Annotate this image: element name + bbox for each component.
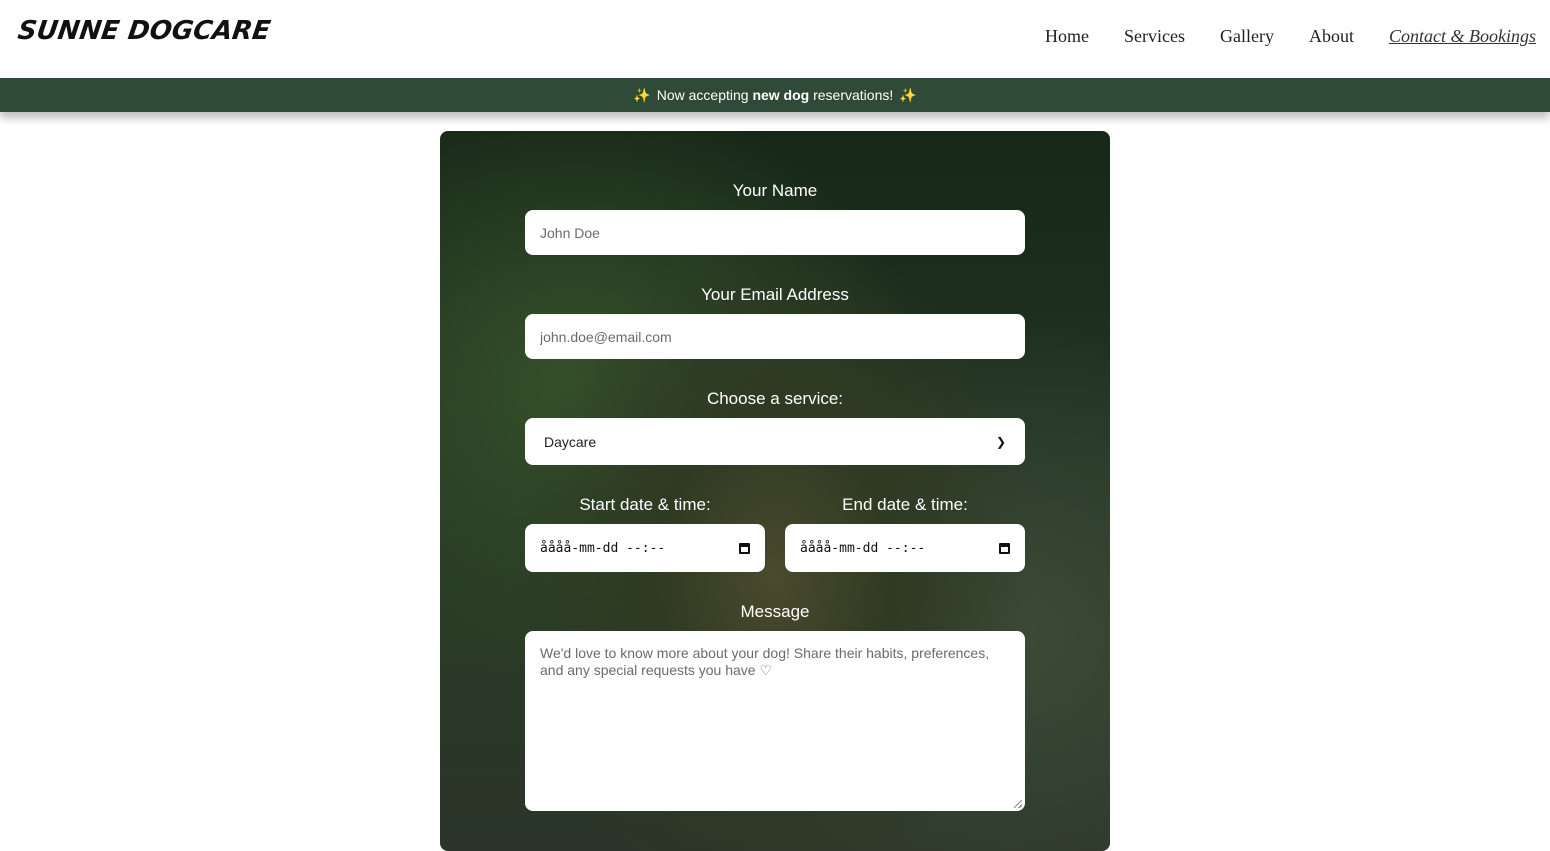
email-input[interactable] [525,314,1025,359]
sparkles-icon: ✨ [899,86,917,103]
nav-home[interactable]: Home [1045,26,1089,47]
nav-about[interactable]: About [1309,26,1354,47]
message-label: Message [740,602,810,621]
brand-logo[interactable]: SUNNE DOGCARE [16,16,272,46]
calendar-icon[interactable] [739,542,750,554]
sparkles-icon: ✨ [633,86,651,103]
end-datetime-input[interactable]: åååå-mm-dd --:-- [785,524,1025,572]
calendar-icon[interactable] [999,542,1010,554]
service-select[interactable]: Daycare ❯ [525,418,1025,465]
start-datetime-input[interactable]: åååå-mm-dd --:-- [525,524,765,572]
start-datetime-label: Start date & time: [579,495,711,514]
nav-services[interactable]: Services [1124,26,1185,47]
service-label: Choose a service: [706,389,844,408]
chevron-down-icon: ❯ [995,434,1006,449]
booking-form-card: Your Name Your Email Address Choose a se… [440,131,1110,851]
email-label: Your Email Address [701,285,849,304]
resize-handle[interactable] [1014,800,1022,808]
end-datetime-label: End date & time: [842,495,968,514]
banner-text: Now accepting new dog reservations! [656,87,894,103]
message-textarea[interactable]: We'd love to know more about your dog! S… [525,631,1025,811]
service-selected-value: Daycare [544,433,597,450]
name-label: Your Name [732,181,818,200]
nav-contact-bookings[interactable]: Contact & Bookings [1389,26,1536,47]
nav-gallery[interactable]: Gallery [1220,26,1274,47]
name-input[interactable] [525,210,1025,255]
site-header: SUNNE DOGCARE Home Services Gallery Abou… [0,0,1550,78]
start-datetime-value: åååå-mm-dd --:-- [540,540,666,556]
announcement-banner: ✨ Now accepting new dog reservations! ✨ [0,78,1550,112]
main-nav: Home Services Gallery About Contact & Bo… [1045,26,1536,47]
message-placeholder: We'd love to know more about your dog! S… [540,645,990,678]
end-datetime-value: åååå-mm-dd --:-- [800,540,926,556]
